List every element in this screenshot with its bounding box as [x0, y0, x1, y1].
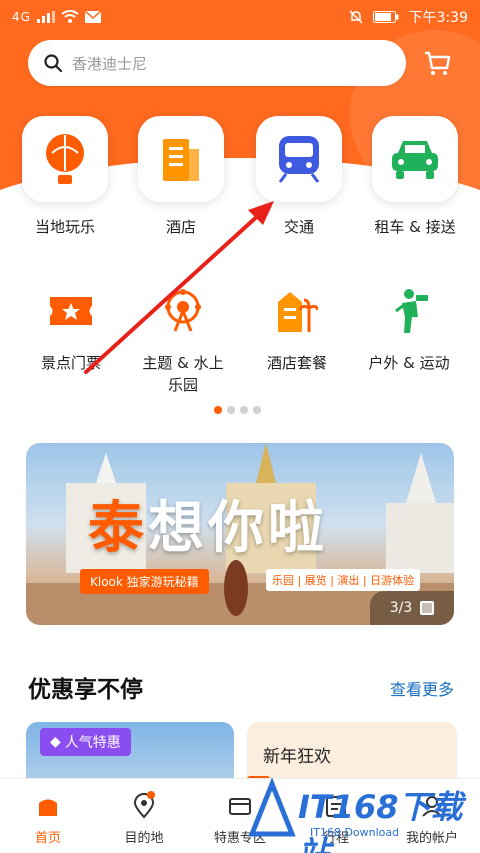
- wifi-icon: [61, 10, 79, 23]
- hotel-building-icon: [163, 139, 199, 181]
- hiker-icon: [395, 289, 428, 333]
- category-theme-water-parks[interactable]: 主题 & 水上 乐园: [128, 276, 238, 396]
- search-icon: [44, 54, 62, 72]
- tab-label: 我的帐户: [405, 831, 458, 846]
- ferris-wheel-icon: [165, 289, 201, 332]
- signal-icon: [36, 11, 55, 23]
- category-attraction-tickets[interactable]: 景点门票: [16, 276, 126, 374]
- banner-page-indicator: 3/3: [370, 591, 454, 625]
- tab-label: 目的地: [124, 831, 164, 846]
- category-transport[interactable]: 交通: [244, 116, 354, 237]
- mail-icon: [84, 11, 101, 23]
- banner-subtags: 乐园 | 展览 | 演出 | 日游体验: [266, 569, 421, 591]
- category-label: 景点门票: [40, 354, 101, 372]
- deal-card-title: 新年狂欢: [263, 747, 331, 767]
- indicator-dot: [240, 406, 248, 414]
- banner-page-text: 3/3: [389, 600, 413, 616]
- category-outdoor-sports[interactable]: 户外 & 运动: [354, 276, 464, 374]
- ticket-icon: [50, 297, 92, 325]
- category-local-play[interactable]: 当地玩乐: [10, 116, 120, 237]
- indicator-dot: [253, 406, 261, 414]
- search-placeholder: 香港迪士尼: [72, 54, 148, 73]
- account-icon: [422, 796, 442, 817]
- deal-badge-label: 人气特惠: [64, 735, 121, 751]
- deal-badge: ◆ 人气特惠: [40, 728, 131, 756]
- tab-itinerary[interactable]: 行程: [288, 779, 384, 853]
- network-type: 4G: [12, 10, 31, 24]
- tab-destination[interactable]: 目的地: [96, 779, 192, 853]
- car-icon: [392, 141, 438, 179]
- diamond-icon: ◆: [50, 734, 61, 750]
- promo-banner[interactable]: 泰想你啦 Klook 独家游玩秘籍 乐园 | 展览 | 演出 | 日游体验 3/…: [26, 443, 454, 625]
- tab-account[interactable]: 我的帐户: [384, 779, 480, 853]
- category-label: 交通: [283, 218, 314, 236]
- banner-title-rest: 想你啦: [148, 496, 328, 561]
- battery-icon: [372, 11, 399, 23]
- hotel-palm-icon: [278, 292, 318, 332]
- itinerary-icon: [326, 796, 346, 817]
- category-label: 主题 & 水上 乐园: [142, 354, 224, 394]
- bottom-tab-bar: 首页 目的地 特惠专区 行程 我的帐户: [0, 778, 480, 853]
- banner-tag: Klook 独家游玩秘籍: [80, 569, 209, 594]
- see-more-link[interactable]: 查看更多: [390, 676, 454, 700]
- deals-icon: [229, 798, 251, 815]
- tab-label: 行程: [322, 831, 349, 846]
- category-hotel[interactable]: 酒店: [126, 116, 236, 237]
- banner-title: 泰想你啦: [88, 483, 328, 564]
- status-bar: 4G 下午3:39: [0, 0, 480, 34]
- category-label: 酒店: [165, 218, 196, 236]
- category-label: 当地玩乐: [34, 218, 95, 236]
- category-hotel-packages[interactable]: 酒店套餐: [242, 276, 352, 374]
- category-label: 租车 & 接送: [374, 218, 456, 236]
- indicator-dot: [214, 406, 222, 414]
- category-car-rental[interactable]: 租车 & 接送: [360, 116, 470, 237]
- banner-title-accent: 泰: [88, 496, 148, 561]
- notification-dot: [146, 791, 155, 799]
- tab-label: 特惠专区: [213, 831, 266, 846]
- search-bar[interactable]: 香港迪士尼: [28, 40, 406, 86]
- indicator-dot: [227, 406, 235, 414]
- section-title: 优惠享不停: [28, 677, 143, 703]
- cart-icon: [425, 51, 451, 75]
- status-time: 下午3:39: [408, 10, 468, 26]
- mute-bell-icon: [349, 10, 363, 24]
- balloon-icon: [46, 134, 84, 184]
- category-label: 酒店套餐: [266, 354, 327, 372]
- category-page-indicator: [214, 406, 261, 414]
- tab-deals[interactable]: 特惠专区: [192, 779, 288, 853]
- tab-home[interactable]: 首页: [0, 779, 96, 853]
- home-icon: [39, 799, 57, 816]
- cart-button[interactable]: [420, 46, 454, 80]
- tab-label: 首页: [34, 831, 61, 846]
- gallery-icon: [420, 601, 435, 615]
- category-label: 户外 & 运动: [368, 354, 450, 372]
- train-icon: [278, 136, 320, 183]
